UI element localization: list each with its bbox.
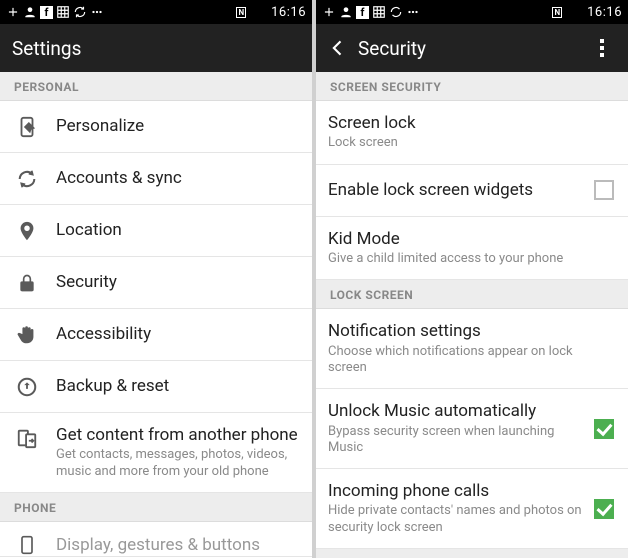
- plus-icon: [322, 5, 336, 19]
- row-label: Accounts & sync: [56, 168, 298, 188]
- backup-icon: [12, 376, 42, 398]
- facebook-icon: f: [356, 6, 369, 19]
- facebook-icon: f: [40, 6, 53, 19]
- personalize-icon: [12, 116, 42, 138]
- grid-icon: [56, 5, 70, 19]
- section-personal: PERSONAL: [0, 72, 312, 101]
- row-security[interactable]: Security: [0, 257, 312, 309]
- checkbox-enable-widgets[interactable]: [594, 180, 614, 200]
- row-label: Backup & reset: [56, 376, 298, 396]
- location-icon: [12, 220, 42, 242]
- transfer-icon: [12, 427, 42, 449]
- row-label: Unlock Music automatically: [328, 401, 584, 421]
- row-label: Screen lock: [328, 113, 614, 133]
- person-icon: [339, 5, 353, 19]
- row-sub: Choose which notifications appear on loc…: [328, 344, 614, 377]
- page-title: Settings: [12, 37, 300, 60]
- row-label: Kid Mode: [328, 229, 614, 249]
- row-sub: Get contacts, messages, photos, videos, …: [56, 447, 298, 480]
- app-bar: Settings: [0, 24, 312, 72]
- hand-icon: [12, 324, 42, 346]
- row-personalize[interactable]: Personalize: [0, 101, 312, 153]
- checkbox-incoming-calls[interactable]: [594, 499, 614, 519]
- checkbox-unlock-music[interactable]: [594, 419, 614, 439]
- row-label: Get content from another phone: [56, 425, 298, 445]
- row-location[interactable]: Location: [0, 205, 312, 257]
- row-get-content[interactable]: Get content from another phone Get conta…: [0, 413, 312, 493]
- security-screen: f N 16:16 Security: [316, 0, 628, 558]
- row-sub: Bypass security screen when launching Mu…: [328, 424, 584, 457]
- row-screen-lock[interactable]: Screen lock Lock screen: [316, 101, 628, 165]
- person-icon: [23, 5, 37, 19]
- section-phone: PHONE: [0, 493, 312, 522]
- clock: 16:16: [587, 5, 622, 20]
- status-bar: f N 16:16: [316, 0, 628, 24]
- app-bar: Security: [316, 24, 628, 72]
- row-label: Accessibility: [56, 324, 298, 344]
- row-label: Security: [56, 272, 298, 292]
- row-incoming-calls[interactable]: Incoming phone calls Hide private contac…: [316, 469, 628, 549]
- row-label: Incoming phone calls: [328, 481, 584, 501]
- phone-icon: [12, 534, 42, 556]
- row-enable-widgets[interactable]: Enable lock screen widgets: [316, 165, 628, 217]
- dots-icon: [406, 5, 420, 19]
- row-label: Notification settings: [328, 321, 614, 341]
- row-label: Display, gestures & buttons: [56, 535, 298, 555]
- row-label: Personalize: [56, 116, 298, 136]
- overflow-menu-button[interactable]: [588, 39, 616, 57]
- section-lock-screen: LOCK SCREEN: [316, 280, 628, 309]
- row-notification-settings[interactable]: Notification settings Choose which notif…: [316, 309, 628, 389]
- nfc-icon: N: [236, 7, 246, 18]
- dots-icon: [90, 5, 104, 19]
- settings-screen: f N 16:16 Settings PERSONAL: [0, 0, 312, 558]
- row-accessibility[interactable]: Accessibility: [0, 309, 312, 361]
- grid-icon: [372, 5, 386, 19]
- row-sub: Hide private contacts' names and photos …: [328, 503, 584, 536]
- row-sub: Lock screen: [328, 135, 614, 151]
- row-display[interactable]: Display, gestures & buttons: [0, 522, 312, 557]
- row-sub: Give a child limited access to your phon…: [328, 251, 614, 267]
- row-label: Location: [56, 220, 298, 240]
- sync-icon: [389, 5, 403, 19]
- lock-icon: [12, 272, 42, 294]
- sync-icon: [73, 5, 87, 19]
- section-screen-security: SCREEN SECURITY: [316, 72, 628, 101]
- row-backup[interactable]: Backup & reset: [0, 361, 312, 413]
- security-list[interactable]: SCREEN SECURITY Screen lock Lock screen …: [316, 72, 628, 558]
- section-passwords: PASSWORDS: [316, 549, 628, 558]
- plus-icon: [6, 5, 20, 19]
- clock: 16:16: [271, 5, 306, 20]
- row-unlock-music[interactable]: Unlock Music automatically Bypass securi…: [316, 389, 628, 469]
- page-title: Security: [358, 37, 588, 60]
- settings-list[interactable]: PERSONAL Personalize Accounts & sync Loc…: [0, 72, 312, 558]
- sync-icon: [12, 168, 42, 190]
- row-label: Enable lock screen widgets: [328, 180, 584, 200]
- row-accounts[interactable]: Accounts & sync: [0, 153, 312, 205]
- status-bar: f N 16:16: [0, 0, 312, 24]
- nfc-icon: N: [552, 7, 562, 18]
- back-button[interactable]: [328, 38, 348, 58]
- row-kid-mode[interactable]: Kid Mode Give a child limited access to …: [316, 217, 628, 281]
